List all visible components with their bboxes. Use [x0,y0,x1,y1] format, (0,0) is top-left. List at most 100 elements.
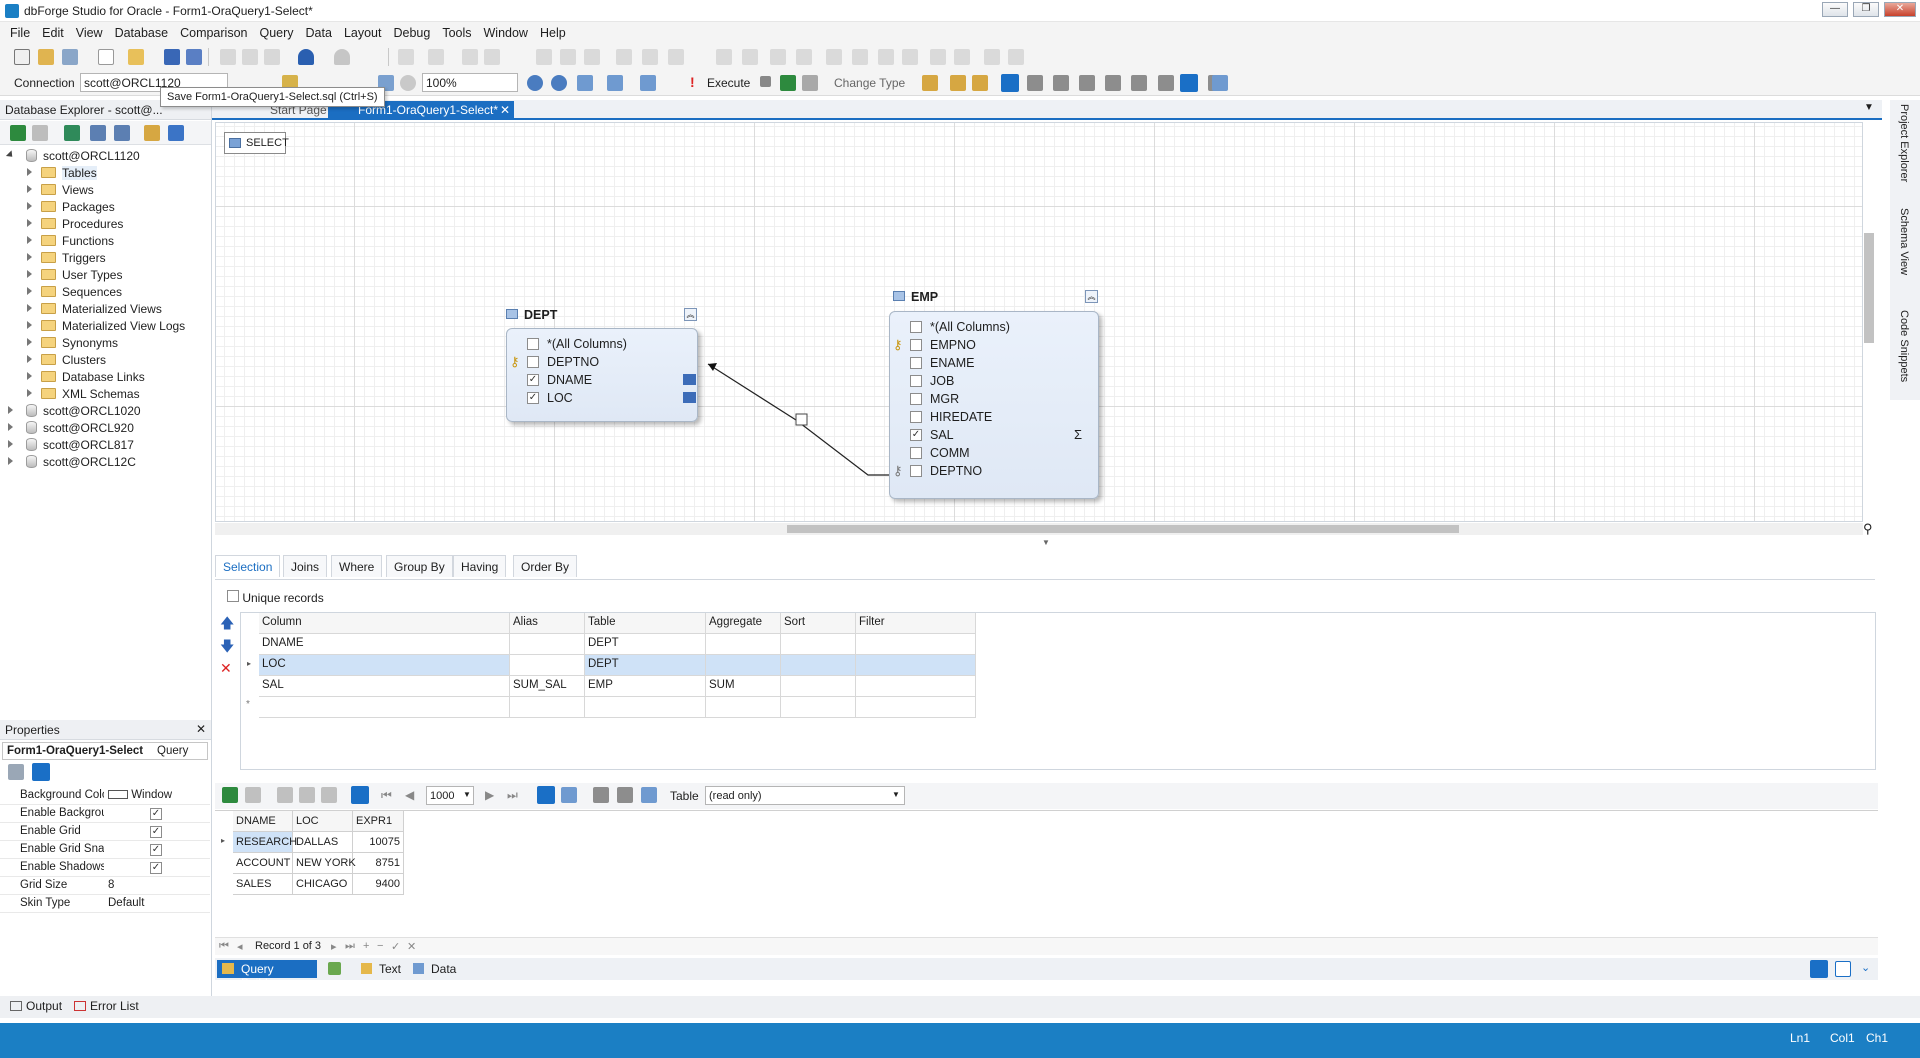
grid-cell[interactable]: DNAME [259,634,510,655]
property-row[interactable]: Enable Grid Snap ✓ [0,841,210,859]
print-icon[interactable] [299,787,315,803]
column-checkbox[interactable] [527,356,539,368]
property-row[interactable]: Background Color Window [0,787,210,805]
space-1-icon[interactable] [716,49,732,65]
property-checkbox[interactable]: ✓ [150,826,162,838]
search-icon[interactable]: ⚲ [1863,521,1873,537]
tree-item-functions[interactable]: Functions [0,232,210,249]
tab-text[interactable]: Text [357,960,405,978]
property-checkbox[interactable]: ✓ [150,844,162,856]
add-subquery-icon[interactable] [950,75,966,91]
tab-selection[interactable]: Selection [215,555,281,577]
grid-cell[interactable] [856,634,976,655]
move-down-icon[interactable]: 🡇 [220,636,234,660]
tree-node-orcl1020[interactable]: scott@ORCL1020 [0,402,210,419]
align-4-icon[interactable] [536,49,552,65]
column-header[interactable]: Alias [510,613,585,634]
next-record-icon[interactable]: ▸ [331,940,337,953]
minimize-button[interactable]: — [1822,2,1848,17]
remove-record-icon[interactable]: − [377,940,383,952]
tab-output[interactable]: Output [8,999,62,1013]
grid-cell[interactable]: DEPT [585,634,706,655]
results-cell[interactable]: SALES [233,874,293,895]
space-4-icon[interactable] [796,49,812,65]
property-row[interactable]: Grid Size 8 [0,877,210,895]
align-icon[interactable] [428,49,444,65]
column-checkbox[interactable]: ✓ [527,374,539,386]
tab-query-builder[interactable]: Query Builder [217,960,317,990]
open-icon[interactable] [128,49,144,65]
zoom-icon[interactable] [400,75,416,91]
tree-item-user-types[interactable]: User Types [0,266,210,283]
copy-icon[interactable] [242,49,258,65]
prev-page-icon[interactable]: ◀ [405,788,414,802]
menu-edit[interactable]: Edit [36,22,70,40]
results-cell[interactable]: RESEARCH [233,832,297,853]
results-cell[interactable]: ACCOUNT [233,853,293,874]
results-cell[interactable]: CHICAGO [293,874,353,895]
menu-view[interactable]: View [70,22,109,40]
add-record-icon[interactable]: + [363,940,369,952]
grid-cell-new[interactable] [706,697,781,718]
list-2-icon[interactable] [1079,75,1095,91]
results-header[interactable]: LOC [293,811,353,832]
page-size-select[interactable]: 1000 ▼ [426,786,474,805]
grid-cell[interactable] [781,655,856,676]
layout-1-icon[interactable] [398,49,414,65]
filter-icon[interactable] [168,125,184,141]
column-header[interactable]: Column [259,613,510,634]
chevron-down-icon[interactable]: ⌄ [1861,961,1870,974]
save-all-icon[interactable] [186,49,202,65]
alphabetical-icon[interactable] [32,763,50,781]
cut-icon[interactable] [220,49,236,65]
change-type-button[interactable]: Change Type [834,76,905,90]
size-3-icon[interactable] [668,49,684,65]
tree-item-sequences[interactable]: Sequences [0,283,210,300]
grid-cell[interactable]: SAL [259,676,510,697]
grid-cell[interactable] [781,634,856,655]
new-sql-icon[interactable] [14,49,30,65]
schema-view-tab[interactable]: Schema View [1898,208,1910,275]
space-2-icon[interactable] [742,49,758,65]
execute-button[interactable]: Execute [707,76,750,90]
delete-icon[interactable] [32,125,48,141]
tree-node-connection[interactable]: scott@ORCL1120 [0,147,210,164]
tree-node-orcl817[interactable]: scott@ORCL817 [0,436,210,453]
grid-cell[interactable]: DEPT [585,655,706,676]
grid-cell[interactable] [706,655,781,676]
group-2-icon[interactable] [1008,49,1024,65]
order-1-icon[interactable] [930,49,946,65]
tab-order-by[interactable]: Order By [513,555,578,577]
column-checkbox[interactable] [910,465,922,477]
splitter-icon[interactable]: ▼ [1042,538,1050,547]
code-snippets-tab[interactable]: Code Snippets [1898,310,1910,382]
results-header[interactable]: EXPR1 [353,811,404,832]
collapse-icon[interactable]: ︽ [684,308,697,321]
zoom-in-icon[interactable] [527,75,543,91]
grid-cell-new[interactable] [856,697,976,718]
property-row[interactable]: Skin Type Default [0,895,210,913]
refresh-icon[interactable] [222,787,238,803]
unique-records-option[interactable]: Unique records [227,590,324,605]
size-1-icon[interactable] [616,49,632,65]
first-record-icon[interactable]: ⏮ [219,940,229,953]
menu-layout[interactable]: Layout [338,22,388,40]
menu-data[interactable]: Data [300,22,338,40]
export-icon[interactable] [277,787,293,803]
menu-file[interactable]: File [0,22,36,40]
grid-cell[interactable] [856,676,976,697]
dept-table-header[interactable]: DEPT ︽ [504,306,699,324]
redo-icon[interactable] [334,49,350,65]
tab-joins[interactable]: Joins [283,555,328,577]
grid-cell[interactable] [856,655,976,676]
column-header[interactable]: Filter [856,613,976,634]
tree-item-xml-schemas[interactable]: XML Schemas [0,385,210,402]
list-3-icon[interactable] [1105,75,1121,91]
results-cell[interactable]: 10075 [353,832,404,853]
column-checkbox[interactable] [527,338,539,350]
folder-icon[interactable] [144,125,160,141]
grid-view-icon[interactable] [537,786,555,804]
property-row[interactable]: Enable Grid ✓ [0,823,210,841]
tree-item-tables[interactable]: Tables [0,164,210,181]
size-2-icon[interactable] [642,49,658,65]
